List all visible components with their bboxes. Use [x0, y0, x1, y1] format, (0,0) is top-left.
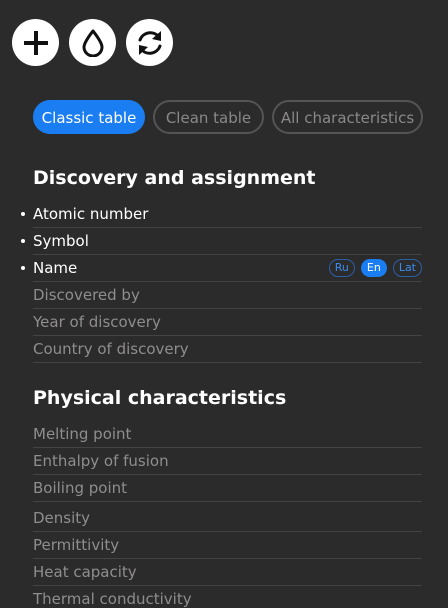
row-label: Heat capacity — [33, 563, 137, 581]
row-label: Permittivity — [33, 536, 120, 554]
row-label: Atomic number — [33, 205, 149, 223]
section-title-discovery: Discovery and assignment — [33, 167, 316, 189]
row-thermal-conductivity[interactable]: Thermal conductivity — [33, 586, 422, 608]
tab-classic-table[interactable]: Classic table — [33, 100, 145, 134]
row-label: Density — [33, 509, 91, 527]
refresh-icon — [138, 30, 161, 55]
selected-bullet — [21, 239, 25, 243]
top-toolbar — [12, 19, 173, 66]
row-label: Discovered by — [33, 286, 140, 304]
row-label: Year of discovery — [33, 313, 161, 331]
row-label: Country of discovery — [33, 340, 189, 358]
lang-lat-button[interactable]: Lat — [392, 259, 422, 277]
selected-bullet — [21, 212, 25, 216]
row-year-of-discovery[interactable]: Year of discovery — [33, 309, 422, 336]
language-switch: Ru En Lat — [328, 259, 422, 277]
drop-icon — [82, 29, 103, 57]
tab-clean-table[interactable]: Clean table — [153, 100, 264, 134]
row-boiling-point[interactable]: Boiling point — [33, 475, 422, 502]
row-permittivity[interactable]: Permittivity — [33, 532, 422, 559]
row-atomic-number[interactable]: Atomic number — [33, 201, 422, 228]
lang-en-button[interactable]: En — [360, 259, 387, 277]
refresh-button[interactable] — [126, 19, 173, 66]
row-symbol[interactable]: Symbol — [33, 228, 422, 255]
row-name[interactable]: Name Ru En Lat — [33, 255, 422, 282]
row-discovered-by[interactable]: Discovered by — [33, 282, 422, 309]
row-density[interactable]: Density — [33, 505, 422, 532]
tab-all-characteristics[interactable]: All characteristics — [272, 100, 423, 134]
row-label: Enthalpy of fusion — [33, 452, 169, 470]
settings-page: Classic table Clean table All characteri… — [0, 0, 448, 608]
plus-icon — [23, 30, 48, 55]
row-label: Symbol — [33, 232, 89, 250]
section-title-physical: Physical characteristics — [33, 387, 287, 409]
selected-bullet — [21, 266, 25, 270]
view-mode-tabs: Classic table Clean table All characteri… — [33, 100, 423, 134]
lang-ru-button[interactable]: Ru — [328, 259, 355, 277]
row-enthalpy-of-fusion[interactable]: Enthalpy of fusion — [33, 448, 422, 475]
row-label: Thermal conductivity — [33, 590, 192, 608]
row-label: Melting point — [33, 425, 132, 443]
row-heat-capacity[interactable]: Heat capacity — [33, 559, 422, 586]
row-label: Boiling point — [33, 479, 128, 497]
row-country-of-discovery[interactable]: Country of discovery — [33, 336, 422, 363]
add-button[interactable] — [12, 19, 59, 66]
row-melting-point[interactable]: Melting point — [33, 421, 422, 448]
row-label: Name — [33, 259, 78, 277]
drop-button[interactable] — [69, 19, 116, 66]
